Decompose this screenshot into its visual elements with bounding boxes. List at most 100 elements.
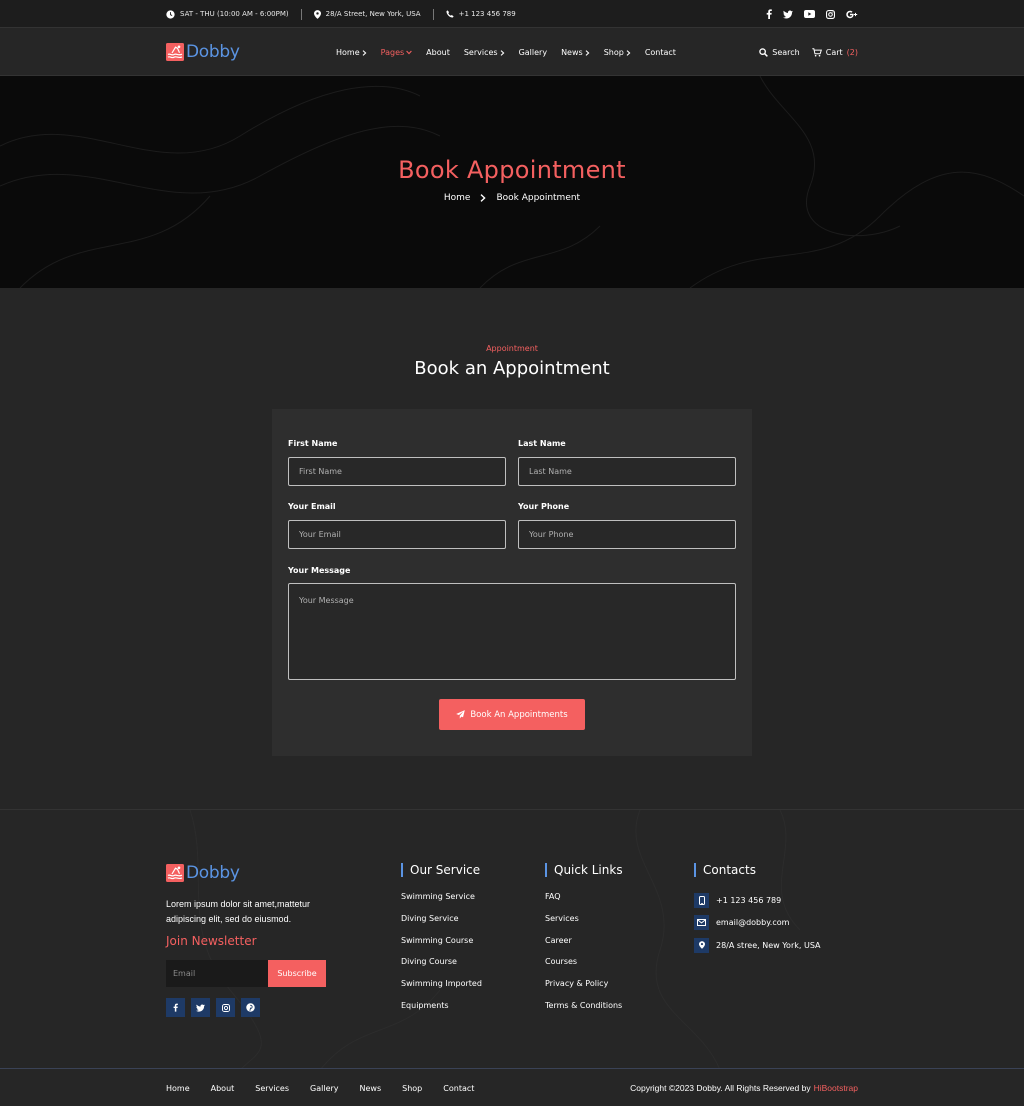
first-name-input[interactable] xyxy=(288,457,506,486)
cart-label: Cart xyxy=(825,48,843,57)
bottom-link-news[interactable]: News xyxy=(360,1084,382,1093)
contact-address: 28/A stree, New York, USA xyxy=(694,934,821,957)
footer-contacts-column: Contacts +1 123 456 789 email@dobby.com … xyxy=(694,863,821,957)
appointment-form: First Name Last Name Your Email Your Pho… xyxy=(272,409,752,756)
nav-item-label: About xyxy=(426,48,450,57)
footer-quick-link[interactable]: Services xyxy=(545,914,623,936)
email-label: Your Email xyxy=(288,502,336,511)
newsletter-title: Join Newsletter xyxy=(166,934,257,948)
footer-social-links xyxy=(166,998,260,1017)
phone-info: +1 123 456 789 xyxy=(446,10,516,18)
nav-tools: Search Cart (2) xyxy=(759,29,858,76)
footer-quick-link[interactable]: FAQ xyxy=(545,892,623,914)
mobile-icon xyxy=(694,892,709,908)
brand-logo[interactable]: Dobby xyxy=(166,42,240,62)
facebook-icon[interactable] xyxy=(166,998,185,1017)
last-name-label: Last Name xyxy=(518,439,566,448)
chevron-down-icon xyxy=(406,50,412,55)
bottom-link-contact[interactable]: Contact xyxy=(443,1084,474,1093)
nav-item-shop[interactable]: Shop xyxy=(604,48,631,57)
instagram-icon[interactable] xyxy=(216,998,235,1017)
chevron-right-icon xyxy=(585,49,590,56)
nav-item-label: News xyxy=(561,48,583,57)
footer-service-link[interactable]: Swimming Service xyxy=(401,892,482,914)
book-appointment-label: Book An Appointments xyxy=(470,709,568,720)
subscribe-button[interactable]: Subscribe xyxy=(268,960,326,987)
nav-item-pages[interactable]: Pages xyxy=(381,48,413,57)
search-button[interactable]: Search xyxy=(759,48,800,57)
last-name-input[interactable] xyxy=(518,457,736,486)
footer-services-column: Our Service Swimming Service Diving Servi… xyxy=(401,863,482,1023)
pinterest-icon[interactable] xyxy=(241,998,260,1017)
footer-quick-link[interactable]: Terms & Conditions xyxy=(545,1001,623,1023)
credit-link[interactable]: HiBootstrap xyxy=(814,1083,858,1093)
search-icon xyxy=(759,48,769,57)
services-list: Swimming Service Diving Service Swimming C… xyxy=(401,892,482,1023)
page-banner: Book Appointment Home Book Appointment xyxy=(0,76,1024,288)
nav-item-label: Home xyxy=(336,48,360,57)
map-marker-icon xyxy=(313,9,321,19)
footer-brand-logo[interactable]: Dobby xyxy=(166,863,240,883)
facebook-icon[interactable] xyxy=(766,9,772,19)
twitter-icon[interactable] xyxy=(783,10,793,19)
bottom-link-gallery[interactable]: Gallery xyxy=(310,1084,339,1093)
search-label: Search xyxy=(772,48,800,57)
youtube-icon[interactable] xyxy=(804,10,815,18)
bottom-link-about[interactable]: About xyxy=(211,1084,235,1093)
footer-about-text: Lorem ipsum dolor sit amet,mattetur adip… xyxy=(166,899,311,924)
newsletter-email-input[interactable] xyxy=(166,960,268,987)
nav-item-services[interactable]: Services xyxy=(464,48,505,57)
paper-plane-icon xyxy=(456,710,466,719)
nav-item-about[interactable]: About xyxy=(426,48,450,57)
phone-label: Your Phone xyxy=(518,502,570,511)
nav-item-contact[interactable]: Contact xyxy=(645,48,676,57)
message-label: Your Message xyxy=(288,566,351,575)
bottom-link-shop[interactable]: Shop xyxy=(402,1084,422,1093)
brand-name: Dobby xyxy=(186,863,240,883)
nav-item-news[interactable]: News xyxy=(561,48,590,57)
bottom-link-home[interactable]: Home xyxy=(166,1084,190,1093)
brand-name: Dobby xyxy=(186,42,240,62)
hours-info: SAT - THU (10:00 AM - 6:00PM) xyxy=(166,9,289,19)
instagram-icon[interactable] xyxy=(826,9,835,19)
google-plus-icon[interactable] xyxy=(846,10,858,19)
cart-count-badge: (2) xyxy=(846,48,858,57)
phone-input[interactable] xyxy=(518,520,736,549)
nav-item-gallery[interactable]: Gallery xyxy=(519,48,548,57)
message-textarea[interactable] xyxy=(288,583,736,680)
section-subtitle: Appointment xyxy=(486,344,538,353)
footer-quick-link[interactable]: Privacy & Policy xyxy=(545,979,623,1001)
footer-quick-link[interactable]: Courses xyxy=(545,957,623,979)
footer-service-link[interactable]: Equipments xyxy=(401,1001,482,1023)
nav-item-home[interactable]: Home xyxy=(336,48,367,57)
footer-bottom-bar: Home About Services Gallery News Shop Contact … xyxy=(0,1068,1024,1106)
bottom-link-services[interactable]: Services xyxy=(255,1084,289,1093)
email-input[interactable] xyxy=(288,520,506,549)
chevron-right-icon xyxy=(500,49,505,56)
nav-item-label: Gallery xyxy=(518,48,548,57)
cart-icon xyxy=(812,48,822,57)
breadcrumb-home-link[interactable]: Home xyxy=(444,193,471,203)
services-column-title: Our Service xyxy=(401,863,482,877)
twitter-icon[interactable] xyxy=(191,998,210,1017)
footer-quick-link[interactable]: Career xyxy=(545,936,623,958)
top-social-links xyxy=(766,0,858,28)
breadcrumb-current: Book Appointment xyxy=(496,193,581,203)
cart-button[interactable]: Cart (2) xyxy=(812,48,858,57)
divider xyxy=(432,8,434,20)
divider xyxy=(300,8,302,20)
phone-text[interactable]: +1 123 456 789 xyxy=(459,10,516,18)
envelope-icon xyxy=(694,915,709,931)
book-appointment-button[interactable]: Book An Appointments xyxy=(439,699,585,730)
page-title: Book Appointment xyxy=(398,156,626,184)
contact-email-text[interactable]: email@dobby.com xyxy=(716,918,789,927)
footer-background-lines xyxy=(189,810,801,1069)
contact-email: email@dobby.com xyxy=(694,912,821,935)
footer-service-link[interactable]: Swimming Imported xyxy=(401,979,482,1001)
footer-service-link[interactable]: Swimming Course xyxy=(401,936,482,958)
contact-phone-text[interactable]: +1 123 456 789 xyxy=(716,896,781,905)
top-info: SAT - THU (10:00 AM - 6:00PM) 28/A Stree… xyxy=(166,0,516,28)
footer-service-link[interactable]: Diving Service xyxy=(401,914,482,936)
footer-service-link[interactable]: Diving Course xyxy=(401,957,482,979)
nav-item-label: Shop xyxy=(603,48,624,57)
